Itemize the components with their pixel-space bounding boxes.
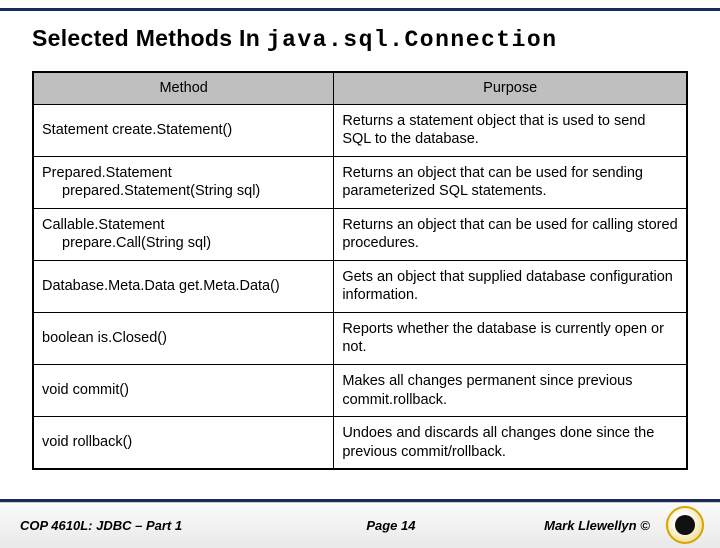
cell-purpose: Reports whether the database is currentl… [334,312,687,364]
footer-left: COP 4610L: JDBC – Part 1 [20,518,288,533]
method-line1: boolean is.Closed() [42,330,167,346]
th-method: Method [33,72,334,104]
cell-method: Prepared.Statement prepared.Statement(St… [33,156,334,208]
table-row: boolean is.Closed() Reports whether the … [33,312,687,364]
cell-method: void commit() [33,365,334,417]
method-line1: void rollback() [42,434,132,450]
method-line2: prepare.Call(String sql) [42,234,325,253]
cell-method: Database.Meta.Data get.Meta.Data() [33,260,334,312]
cell-method: void rollback() [33,417,334,470]
footer-center: Page 14 [288,518,494,533]
cell-purpose: Returns a statement object that is used … [334,104,687,156]
cell-purpose: Returns an object that can be used for s… [334,156,687,208]
method-line1: Callable.Statement [42,217,165,233]
table-row: Database.Meta.Data get.Meta.Data() Gets … [33,260,687,312]
table-header-row: Method Purpose [33,72,687,104]
ucf-logo-icon [666,506,704,544]
table-row: Callable.Statement prepare.Call(String s… [33,208,687,260]
table-row: void commit() Makes all changes permanen… [33,365,687,417]
title-code: java.sql.Connection [267,27,558,53]
th-purpose: Purpose [334,72,687,104]
cell-method: boolean is.Closed() [33,312,334,364]
cell-method: Callable.Statement prepare.Call(String s… [33,208,334,260]
method-line1: Database.Meta.Data get.Meta.Data() [42,278,280,294]
footer: COP 4610L: JDBC – Part 1 Page 14 Mark Ll… [0,502,720,548]
methods-table: Method Purpose Statement create.Statemen… [32,71,688,470]
cell-purpose: Gets an object that supplied database co… [334,260,687,312]
cell-purpose: Returns an object that can be used for c… [334,208,687,260]
method-line1: Prepared.Statement [42,165,172,181]
slide-title: Selected Methods In java.sql.Connection [0,11,720,63]
table-row: Statement create.Statement() Returns a s… [33,104,687,156]
title-plain: Selected Methods In [32,25,267,51]
method-line1: Statement create.Statement() [42,122,232,138]
cell-method: Statement create.Statement() [33,104,334,156]
method-line2: prepared.Statement(String sql) [42,182,325,201]
table-row: Prepared.Statement prepared.Statement(St… [33,156,687,208]
cell-purpose: Undoes and discards all changes done sin… [334,417,687,470]
cell-purpose: Makes all changes permanent since previo… [334,365,687,417]
table-row: void rollback() Undoes and discards all … [33,417,687,470]
method-line1: void commit() [42,382,129,398]
